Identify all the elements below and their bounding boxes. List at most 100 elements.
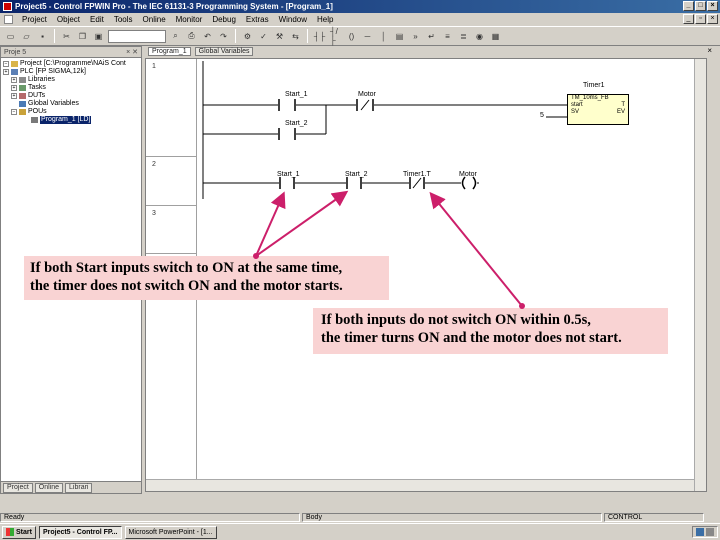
contact-label: Start_2 [345, 171, 368, 178]
expand-icon[interactable]: + [11, 85, 17, 91]
maximize-button[interactable]: □ [695, 1, 706, 11]
comment-icon[interactable]: ≣ [457, 30, 470, 43]
toolbar: ▭ ▱ ▪ ✂ ❐ ▣ ⌕ ⎙ ↶ ↷ ⚙ ✓ ⚒ ⇆ ┤├ ┤/├ () ─ … [0, 26, 720, 46]
function-icon[interactable]: ▤ [393, 30, 406, 43]
tree-item-project[interactable]: − Project [C:\Programme\NAiS Cont [3, 60, 139, 68]
coil-icon[interactable]: () [345, 30, 358, 43]
menu-bar: Project Object Edit Tools Online Monitor… [0, 13, 720, 26]
document-tabs: Program_1 Global Variables × [144, 46, 720, 57]
nc-contact-icon[interactable]: ┤/├ [329, 27, 342, 45]
expand-icon[interactable]: + [3, 69, 9, 75]
taskbar-item[interactable]: Project5 - Control FP... [38, 525, 122, 539]
timer-instance-label: Timer1 [583, 82, 605, 89]
copy-icon[interactable]: ❐ [76, 30, 89, 43]
save-icon[interactable]: ▪ [36, 30, 49, 43]
tab-program-1[interactable]: Program_1 [148, 47, 191, 56]
vline-icon[interactable]: │ [377, 30, 390, 43]
collapse-icon[interactable]: − [3, 61, 9, 67]
contact-label: Start_1 [277, 171, 300, 178]
collapse-icon[interactable]: − [11, 109, 17, 115]
build-icon[interactable]: ⚒ [273, 30, 286, 43]
undo-icon[interactable]: ↶ [201, 30, 214, 43]
status-text: Ready [0, 513, 300, 522]
tree-item-tasks[interactable]: + Tasks [3, 84, 139, 92]
global-variables-icon [19, 101, 26, 107]
contact-label: Start_2 [285, 120, 308, 127]
expand-icon[interactable]: + [11, 77, 17, 83]
jump-icon[interactable]: » [409, 30, 422, 43]
tree-item-libraries[interactable]: + Libraries [3, 76, 139, 84]
contact-label: Timer1.T [403, 171, 431, 178]
menu-tools[interactable]: Tools [109, 15, 138, 24]
function-block-type: TM_10ms_FB [571, 95, 609, 101]
close-document-icon[interactable]: × [707, 46, 712, 55]
pin-sv: SV [571, 109, 580, 115]
online-icon[interactable]: ⇆ [289, 30, 302, 43]
menu-window[interactable]: Window [274, 15, 312, 24]
navigator-close-icon[interactable]: × ✕ [126, 48, 138, 56]
tab-global-variables[interactable]: Global Variables [194, 47, 254, 56]
tree-item-global-variables[interactable]: Global Variables [3, 100, 139, 108]
vertical-scrollbar[interactable] [694, 59, 706, 491]
return-icon[interactable]: ↵ [425, 30, 438, 43]
tray-icon[interactable] [696, 528, 704, 536]
timer-function-block[interactable]: TM_10ms_FB start T SV EV [567, 94, 629, 125]
close-button[interactable]: × [707, 1, 718, 11]
menu-project[interactable]: Project [17, 15, 52, 24]
doc-restore-button[interactable]: ▫ [695, 14, 706, 24]
contact-label: Start_1 [285, 91, 308, 98]
duts-icon [19, 93, 26, 99]
plc-icon [11, 69, 18, 75]
check-icon[interactable]: ✓ [257, 30, 270, 43]
status-mode: CONTROL [604, 513, 704, 522]
tray-icon[interactable] [706, 528, 714, 536]
menu-object[interactable]: Object [52, 15, 85, 24]
compile-icon[interactable]: ⚙ [241, 30, 254, 43]
menu-help[interactable]: Help [312, 15, 338, 24]
doc-close-button[interactable]: × [707, 14, 718, 24]
print-icon[interactable]: ⎙ [185, 30, 198, 43]
menu-monitor[interactable]: Monitor [171, 15, 208, 24]
tree-item-label: Libraries [28, 76, 55, 83]
doc-minimize-button[interactable]: _ [683, 14, 694, 24]
tab-project[interactable]: Project [3, 482, 33, 493]
document-icon[interactable] [4, 15, 13, 24]
line-icon[interactable]: ─ [361, 30, 374, 43]
task-label: Microsoft PowerPoint - [1... [128, 528, 213, 536]
tree-item-label: Tasks [28, 84, 46, 91]
status-body: Body [302, 513, 602, 522]
horizontal-scrollbar[interactable] [146, 479, 694, 491]
cut-icon[interactable]: ✂ [60, 30, 73, 43]
pous-icon [19, 109, 26, 115]
paste-icon[interactable]: ▣ [92, 30, 105, 43]
menu-edit[interactable]: Edit [85, 15, 109, 24]
menu-debug[interactable]: Debug [207, 15, 241, 24]
tree-item-label: Project [C:\Programme\NAiS Cont [20, 60, 126, 67]
minimize-button[interactable]: _ [683, 1, 694, 11]
new-icon[interactable]: ▭ [4, 30, 17, 43]
windows-icon [6, 528, 14, 536]
taskbar: Start Project5 - Control FP... Microsoft… [0, 523, 720, 540]
variables-icon[interactable]: ▦ [489, 30, 502, 43]
redo-icon[interactable]: ↷ [217, 30, 230, 43]
label-icon[interactable]: ≡ [441, 30, 454, 43]
tab-online[interactable]: Online [34, 482, 64, 493]
taskbar-item[interactable]: Microsoft PowerPoint - [1... [124, 525, 217, 539]
menu-online[interactable]: Online [138, 15, 171, 24]
start-button[interactable]: Start [2, 525, 36, 539]
contact-icon[interactable]: ┤├ [313, 30, 326, 43]
zoom-combo[interactable] [108, 29, 166, 43]
open-icon[interactable]: ▱ [20, 30, 33, 43]
tree-item-plc[interactable]: + PLC [FP SIGMA,12k] [3, 68, 139, 76]
navigator-tabs: Project Online Librari [1, 481, 141, 493]
tree-item-pous[interactable]: − POUs [3, 108, 139, 116]
menu-extras[interactable]: Extras [241, 15, 274, 24]
tree-item-duts[interactable]: + DUTs [3, 92, 139, 100]
tree-item-label: Program_1 [LD] [40, 116, 92, 124]
find-icon[interactable]: ⌕ [169, 30, 182, 43]
expand-icon[interactable]: + [11, 93, 17, 99]
task-label: Project5 - Control FP... [42, 528, 118, 536]
monitor-icon[interactable]: ◉ [473, 30, 486, 43]
tab-libraries[interactable]: Librari [65, 482, 93, 493]
tree-item-program-1[interactable]: Program_1 [LD] [3, 116, 139, 124]
